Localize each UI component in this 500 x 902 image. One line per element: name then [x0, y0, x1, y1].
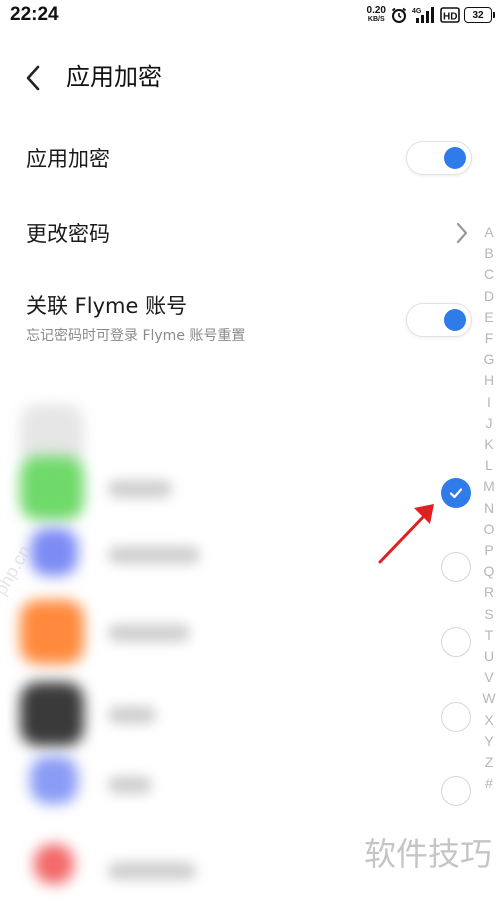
- alphabet-index-letter[interactable]: W: [482, 688, 495, 709]
- status-bar: 22:24 0.20 KB/S 4G HD 32: [0, 0, 500, 30]
- app-name-blurred: [108, 706, 156, 724]
- battery-icon: 32: [464, 7, 495, 23]
- list-item[interactable]: [0, 596, 430, 668]
- alphabet-index-letter[interactable]: Q: [484, 561, 495, 582]
- app-icon: [30, 528, 78, 576]
- net-speed-value: 0.20: [366, 5, 386, 16]
- alphabet-index-letter[interactable]: E: [484, 307, 493, 328]
- toggle-knob: [444, 147, 466, 169]
- setting-label-change-password: 更改密码: [26, 222, 110, 246]
- alphabet-index-letter[interactable]: V: [484, 667, 493, 688]
- alphabet-index-letter[interactable]: R: [484, 582, 494, 603]
- setting-row-app-lock[interactable]: 应用加密: [0, 128, 500, 188]
- app-icon: [20, 682, 84, 746]
- alphabet-index-letter[interactable]: D: [484, 286, 494, 307]
- alphabet-index-letter[interactable]: Y: [484, 731, 493, 752]
- app-icon: [20, 456, 84, 520]
- setting-label-flyme-link: 关联 Flyme 账号: [26, 294, 188, 318]
- header: 应用加密: [0, 50, 500, 106]
- alphabet-index-letter[interactable]: P: [484, 540, 493, 561]
- flyme-link-toggle[interactable]: [406, 303, 472, 337]
- alphabet-index-letter[interactable]: O: [484, 519, 495, 540]
- toggle-knob: [444, 309, 466, 331]
- alphabet-index-letter[interactable]: L: [485, 455, 493, 476]
- net-speed: 0.20 KB/S: [367, 6, 386, 24]
- status-icons: 0.20 KB/S 4G HD 32: [367, 3, 495, 27]
- app-name-blurred: [108, 624, 190, 642]
- app-lock-toggle[interactable]: [406, 141, 472, 175]
- app-list: [0, 400, 430, 889]
- app-icon: [30, 756, 78, 804]
- signal-icon: 4G: [412, 6, 436, 24]
- alphabet-index-letter[interactable]: X: [484, 710, 493, 731]
- list-item[interactable]: [0, 750, 430, 822]
- alphabet-index-letter[interactable]: J: [486, 413, 493, 434]
- app-name-blurred: [108, 776, 152, 794]
- app-select-radio[interactable]: [441, 702, 471, 732]
- setting-label-app-lock: 应用加密: [26, 147, 110, 171]
- alphabet-index-letter[interactable]: G: [484, 349, 495, 370]
- app-name-blurred: [108, 546, 200, 564]
- alphabet-index-letter[interactable]: F: [485, 328, 494, 349]
- page-title: 应用加密: [66, 63, 162, 91]
- status-time: 22:24: [10, 4, 59, 25]
- alphabet-index-letter[interactable]: H: [484, 370, 494, 391]
- alphabet-index-letter[interactable]: C: [484, 264, 494, 285]
- alphabet-index-letter[interactable]: Z: [485, 752, 494, 773]
- alphabet-index-letter[interactable]: K: [484, 434, 493, 455]
- hd-icon: HD: [440, 6, 460, 24]
- back-arrow-icon: [26, 65, 40, 91]
- back-button[interactable]: [18, 62, 48, 94]
- alphabet-index-letter[interactable]: A: [484, 222, 493, 243]
- alphabet-index-letter[interactable]: U: [484, 646, 494, 667]
- alphabet-index-letter[interactable]: S: [484, 604, 493, 625]
- net-speed-unit: KB/S: [367, 16, 385, 23]
- checkmark-icon: [449, 488, 463, 499]
- network-type-label: 4G: [412, 8, 422, 15]
- annotation-arrow-icon: [378, 504, 434, 564]
- alphabet-index[interactable]: A B C D E F G H I J K L M N O P Q R S T U V W X Y Z #: [480, 222, 498, 794]
- alphabet-index-letter[interactable]: B: [484, 243, 493, 264]
- alphabet-index-letter[interactable]: I: [487, 392, 491, 413]
- app-name-blurred: [108, 862, 196, 880]
- alphabet-index-letter[interactable]: #: [485, 773, 493, 794]
- list-item[interactable]: [0, 452, 430, 524]
- watermark-footer: 软件技巧: [363, 835, 492, 873]
- chevron-right-icon: [456, 222, 468, 244]
- app-select-radio[interactable]: [441, 627, 471, 657]
- setting-subtitle-flyme-link: 忘记密码时可登录 Flyme 账号重置: [26, 328, 246, 344]
- battery-level: 32: [472, 9, 484, 21]
- list-item[interactable]: [0, 522, 430, 594]
- alphabet-index-letter[interactable]: T: [485, 625, 494, 646]
- app-icon: [34, 844, 74, 884]
- setting-row-flyme-link[interactable]: 关联 Flyme 账号 忘记密码时可登录 Flyme 账号重置: [0, 282, 500, 354]
- alarm-icon: [390, 6, 408, 24]
- alphabet-index-letter[interactable]: M: [483, 476, 495, 497]
- app-name-blurred: [108, 480, 172, 498]
- alphabet-index-letter[interactable]: N: [484, 498, 494, 519]
- list-item[interactable]: [0, 678, 430, 750]
- hd-label: HD: [443, 12, 457, 23]
- setting-row-change-password[interactable]: 更改密码: [0, 204, 500, 260]
- app-select-radio[interactable]: [441, 776, 471, 806]
- app-icon: [20, 600, 84, 664]
